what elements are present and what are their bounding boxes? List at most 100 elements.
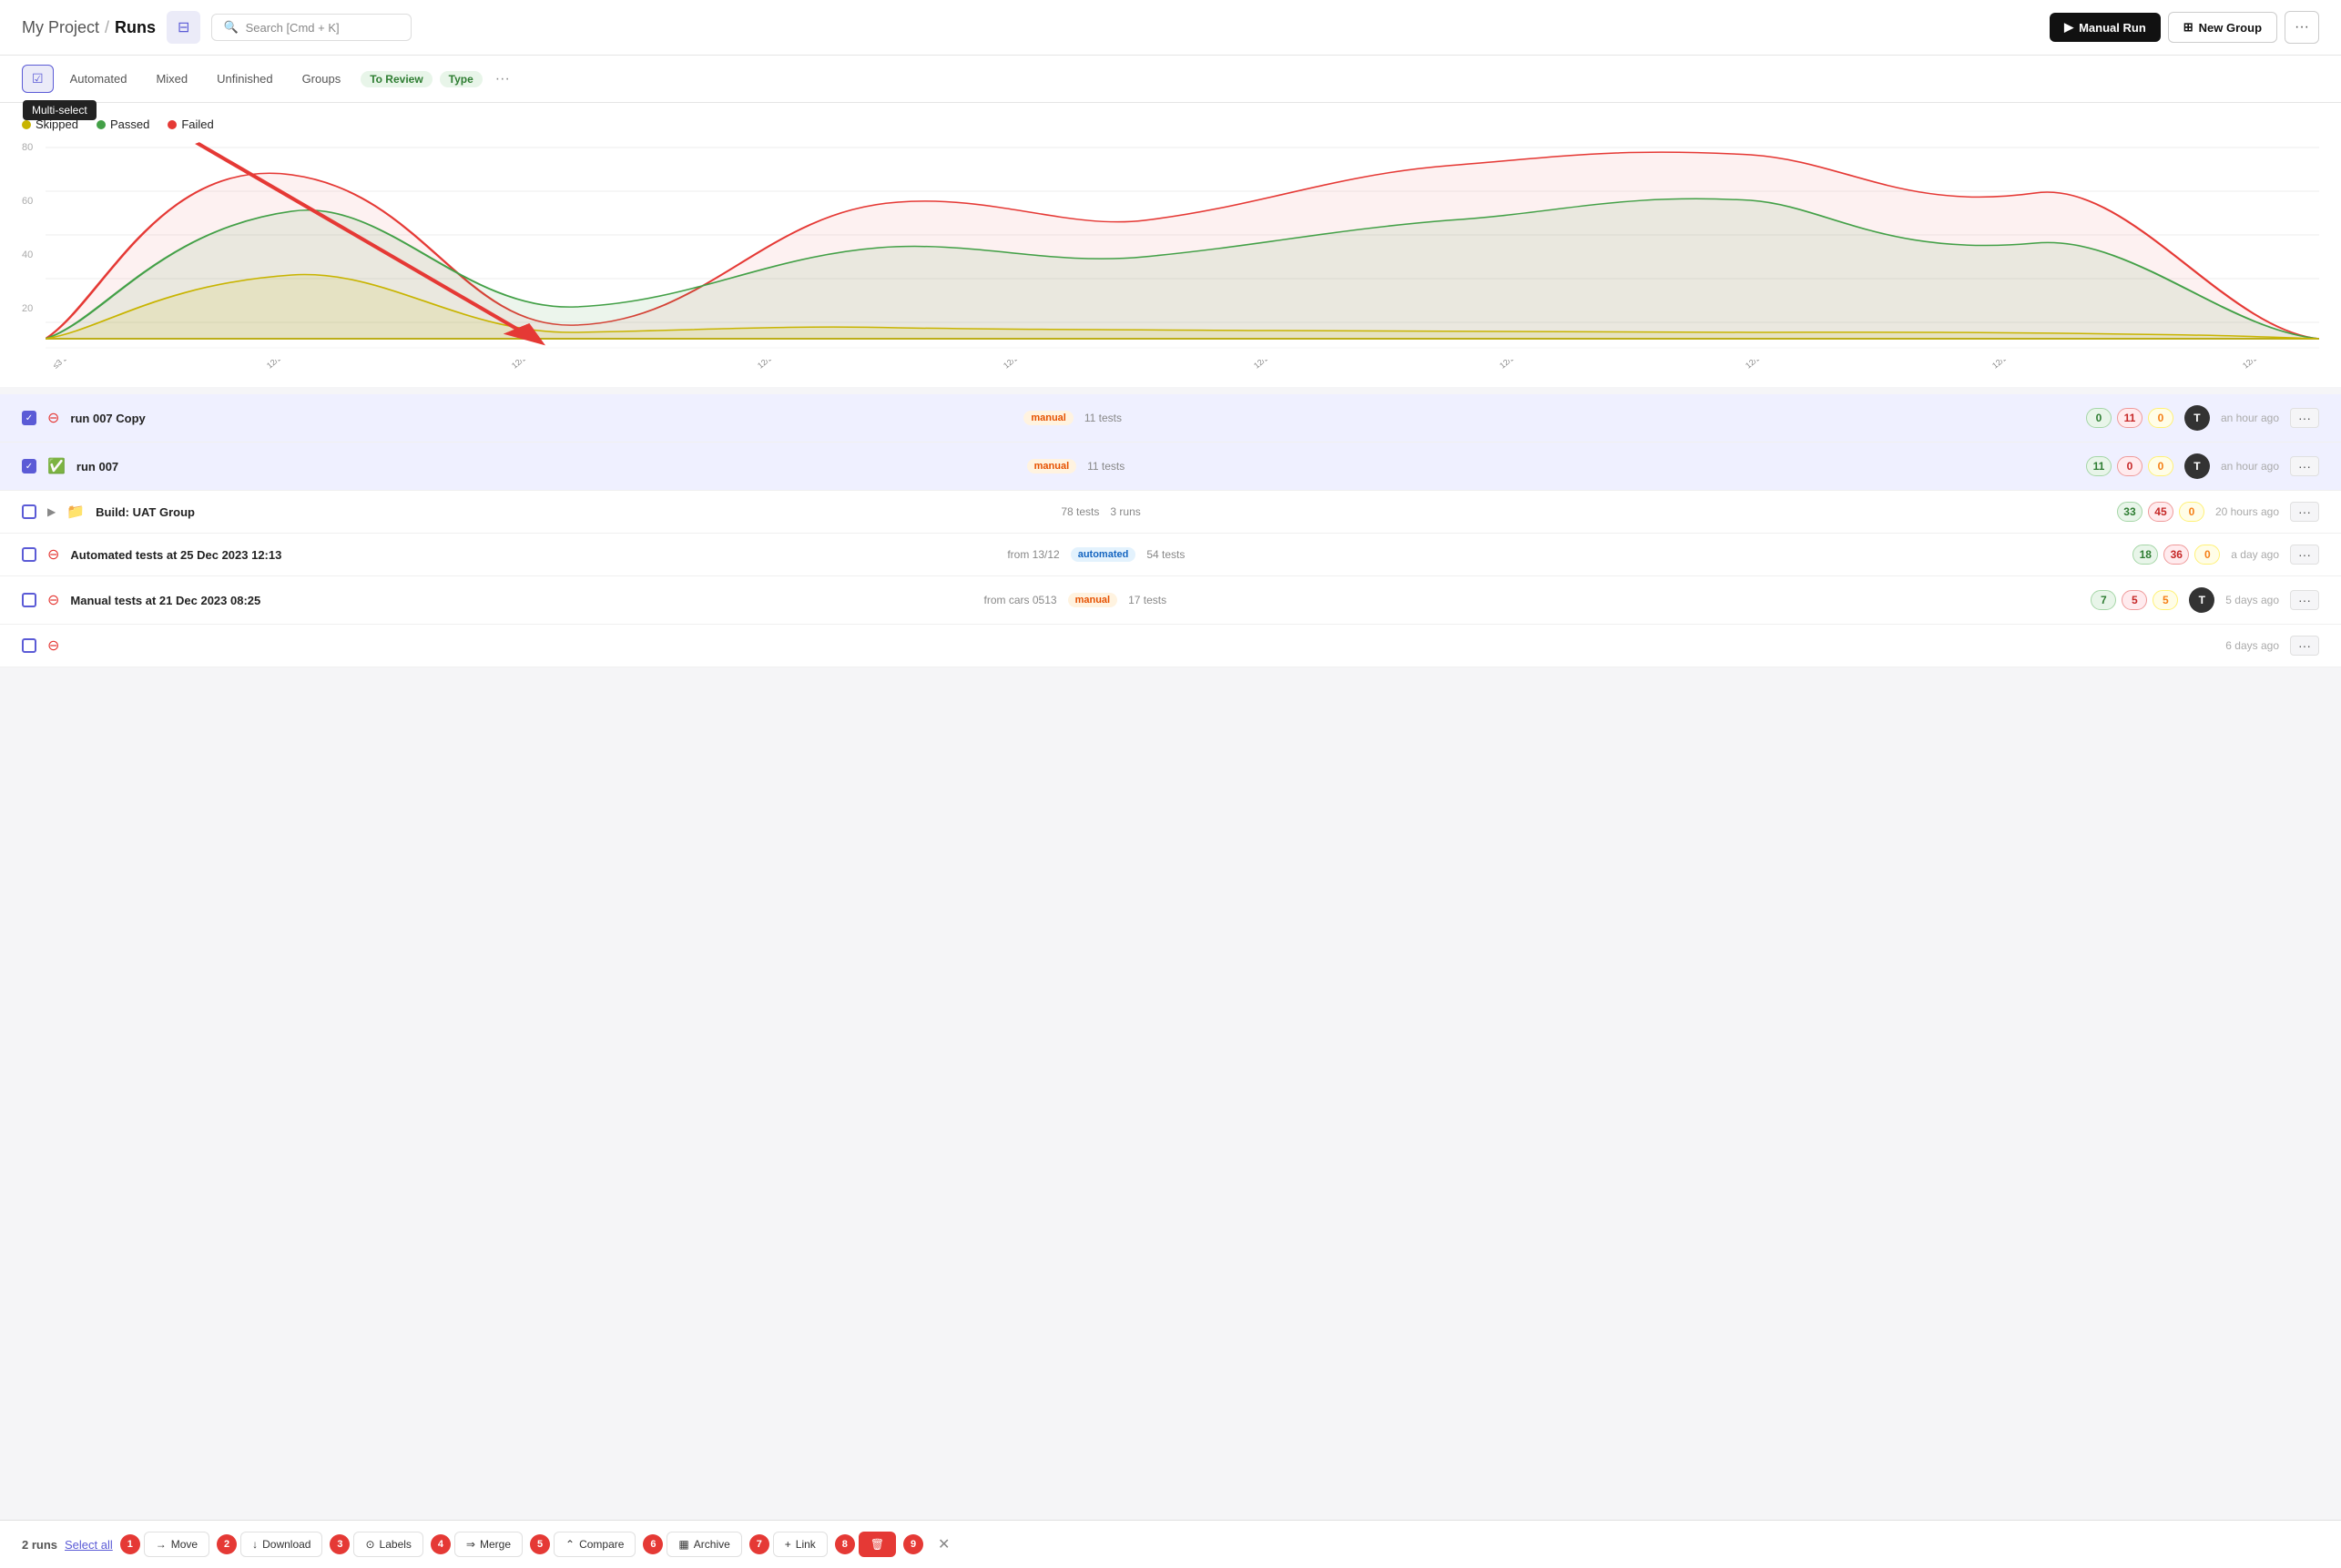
chart-svg-container bbox=[46, 138, 2319, 360]
run-007-copy-checkbox[interactable]: ✓ bbox=[22, 411, 36, 425]
run-007-copy-more-button[interactable]: ··· bbox=[2290, 408, 2319, 428]
compare-num: 5 bbox=[530, 1534, 550, 1554]
run-row: ⊖ Manual tests at 21 Dec 2023 08:25 from… bbox=[0, 576, 2341, 625]
automated-tests-counts: 18 36 0 bbox=[2132, 545, 2220, 565]
close-action: 9 ✕ bbox=[903, 1530, 961, 1559]
x-label-7: 12/25/2023 2:18 PM bbox=[1498, 360, 1561, 371]
folder-icon: 📁 bbox=[66, 503, 85, 521]
group-icon: ⊞ bbox=[2183, 20, 2193, 35]
run-row: ⊖ Automated tests at 25 Dec 2023 12:13 f… bbox=[0, 534, 2341, 576]
automated-tests-count-green: 18 bbox=[2132, 545, 2158, 565]
merge-num: 4 bbox=[431, 1534, 451, 1554]
manual-tests-name: Manual tests at 21 Dec 2023 08:25 bbox=[70, 594, 972, 607]
automated-tests-count: 54 tests bbox=[1146, 548, 1185, 561]
legend-passed: Passed bbox=[97, 117, 149, 131]
download-button[interactable]: ↓ Download bbox=[240, 1532, 322, 1557]
automated-tests-time: a day ago bbox=[2231, 548, 2279, 561]
build-uat-count-green: 33 bbox=[2117, 502, 2143, 522]
manual-tests-count-red: 5 bbox=[2122, 590, 2147, 610]
run-007-copy-count-green: 0 bbox=[2086, 408, 2112, 428]
select-all-link[interactable]: Select all bbox=[65, 1538, 113, 1552]
merge-button[interactable]: ⇒ Merge bbox=[454, 1532, 523, 1557]
automated-tests-name: Automated tests at 25 Dec 2023 12:13 bbox=[70, 548, 996, 562]
breadcrumb: My Project / Runs bbox=[22, 18, 156, 37]
manual-tests-from: from cars 0513 bbox=[984, 594, 1057, 606]
run-007-checkbox[interactable]: ✓ bbox=[22, 459, 36, 473]
automated-tests-status-icon: ⊖ bbox=[47, 545, 59, 564]
filter-button[interactable]: ⊟ bbox=[167, 11, 200, 44]
move-button[interactable]: → Move bbox=[144, 1532, 209, 1557]
manual-tests-checkbox[interactable] bbox=[22, 593, 36, 607]
download-label: Download bbox=[262, 1538, 310, 1551]
x-label-6: 12/25/2023 6:14 PM bbox=[1252, 360, 1315, 371]
header-more-button[interactable]: ··· bbox=[2285, 11, 2319, 44]
manual-tests-avatar: T bbox=[2189, 587, 2214, 613]
compare-button[interactable]: ⌃ Compare bbox=[554, 1532, 636, 1557]
chart-wrapper: 80 60 40 20 bbox=[22, 138, 2319, 372]
archive-num: 6 bbox=[643, 1534, 663, 1554]
run-007-count-green: 11 bbox=[2086, 456, 2112, 476]
automated-tests-count-yellow: 0 bbox=[2194, 545, 2220, 565]
automated-tests-checkbox[interactable] bbox=[22, 547, 36, 562]
delete-button[interactable]: 🗑 bbox=[859, 1532, 896, 1557]
search-box[interactable]: 🔍 Search [Cmd + K] bbox=[211, 14, 412, 41]
link-button[interactable]: + Link bbox=[773, 1532, 828, 1557]
run-007-copy-avatar: T bbox=[2184, 405, 2210, 431]
manual-tests-count: 17 tests bbox=[1128, 594, 1166, 606]
archive-label: Archive bbox=[694, 1538, 730, 1551]
tab-type[interactable]: Type bbox=[436, 71, 483, 87]
new-group-button[interactable]: ⊞ New Group bbox=[2168, 12, 2277, 43]
automated-tests-more-button[interactable]: ··· bbox=[2290, 545, 2319, 565]
build-uat-runs: 3 runs bbox=[1110, 505, 1140, 518]
new-group-label: New Group bbox=[2199, 21, 2262, 35]
delete-icon: 🗑 bbox=[870, 1538, 884, 1551]
expand-group-button[interactable]: ▶ bbox=[47, 505, 56, 518]
x-label-9: 12/26/2023 12:10 PM bbox=[1990, 360, 2056, 371]
tab-more-button[interactable]: ··· bbox=[486, 66, 519, 93]
link-num: 7 bbox=[749, 1534, 769, 1554]
tab-mixed[interactable]: Mixed bbox=[143, 66, 200, 91]
run6-more-button[interactable]: ··· bbox=[2290, 636, 2319, 656]
manual-tests-more-button[interactable]: ··· bbox=[2290, 590, 2319, 610]
labels-button[interactable]: ⊙ Labels bbox=[353, 1532, 422, 1557]
close-bar-button[interactable]: ✕ bbox=[927, 1530, 961, 1559]
tab-groups[interactable]: Groups bbox=[290, 66, 354, 91]
play-icon: ▶ bbox=[2064, 20, 2073, 35]
failed-label: Failed bbox=[181, 117, 213, 131]
merge-label: Merge bbox=[480, 1538, 511, 1551]
y-80: 80 bbox=[22, 142, 40, 153]
select-all-anchor[interactable]: Select all bbox=[65, 1538, 113, 1552]
x-label-1: ≤3 2:22 AM bbox=[51, 360, 88, 371]
tab-to-review[interactable]: To Review bbox=[357, 71, 432, 87]
link-icon: + bbox=[785, 1538, 791, 1551]
run-007-more-button[interactable]: ··· bbox=[2290, 456, 2319, 476]
close-num: 9 bbox=[903, 1534, 923, 1554]
run-row: ✓ ✅ run 007 manual 11 tests 11 0 0 T an … bbox=[0, 443, 2341, 491]
delete-action: 8 🗑 bbox=[835, 1532, 896, 1557]
archive-button[interactable]: ▦ Archive bbox=[667, 1532, 741, 1557]
run-007-tag: manual bbox=[1027, 459, 1077, 473]
merge-icon: ⇒ bbox=[466, 1538, 475, 1551]
chart-area: Skipped Passed Failed 80 60 40 20 bbox=[0, 103, 2341, 387]
merge-action: 4 ⇒ Merge bbox=[431, 1532, 523, 1557]
run-007-name: run 007 bbox=[76, 460, 1016, 473]
run-007-copy-time: an hour ago bbox=[2221, 412, 2279, 424]
build-uat-more-button[interactable]: ··· bbox=[2290, 502, 2319, 522]
tab-unfinished[interactable]: Unfinished bbox=[204, 66, 285, 91]
multiselect-button[interactable]: ☑ Multi-select bbox=[22, 65, 54, 93]
automated-tests-tag: automated bbox=[1071, 547, 1136, 562]
manual-run-button[interactable]: ▶ Manual Run bbox=[2050, 13, 2161, 42]
run-007-copy-name: run 007 Copy bbox=[70, 412, 1013, 425]
passed-label: Passed bbox=[110, 117, 149, 131]
bottom-runs-count: 2 runs bbox=[22, 1538, 57, 1552]
build-uat-checkbox[interactable] bbox=[22, 504, 36, 519]
build-uat-count-red: 45 bbox=[2148, 502, 2173, 522]
run6-checkbox[interactable] bbox=[22, 638, 36, 653]
move-action: 1 → Move bbox=[120, 1532, 209, 1557]
tabs-row: ☑ Multi-select Automated Mixed Unfinishe… bbox=[0, 56, 2341, 103]
archive-icon: ▦ bbox=[678, 1538, 688, 1551]
delete-num: 8 bbox=[835, 1534, 855, 1554]
tab-automated[interactable]: Automated bbox=[57, 66, 140, 91]
labels-num: 3 bbox=[330, 1534, 350, 1554]
breadcrumb-slash: / bbox=[105, 18, 109, 37]
